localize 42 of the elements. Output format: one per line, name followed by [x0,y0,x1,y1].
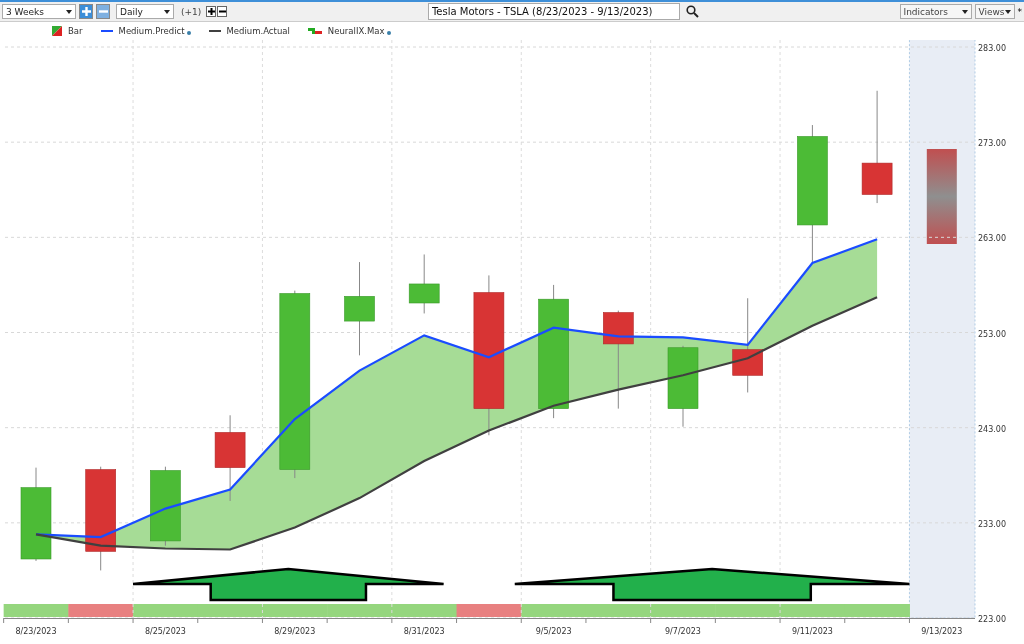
y-axis-label: 223.00 [978,615,1006,624]
y-axis-label: 273.00 [978,139,1006,149]
legend-label: Medium.Actual [226,26,290,36]
caret-icon [66,9,72,14]
modified-mark: * [1017,6,1022,17]
y-axis-label: 253.00 [978,329,1006,339]
x-axis-label: 8/25/2023 [144,627,186,636]
signal-swatch-icon [307,27,322,35]
caret-icon [961,9,968,14]
y-axis-label: 243.00 [978,424,1006,434]
indicators-dropdown[interactable]: Indicators [899,4,972,19]
x-axis-label: 9/11/2023 [791,627,833,636]
bar-swatch-icon [52,26,62,36]
period-dropdown[interactable]: 3 Weeks [2,4,76,19]
y-axis-label: 233.00 [978,519,1006,529]
x-axis-label: 8/31/2023 [403,627,445,636]
plus-icon [207,8,215,15]
legend-label: Bar [68,26,83,36]
plus-icon [81,7,91,16]
y-axis-label: 263.00 [978,234,1006,244]
minus-icon [218,8,226,15]
up-candle [408,253,440,314]
x-axis-label: 8/29/2023 [274,627,316,636]
y-axis-label: 283.00 [978,44,1006,53]
legend-label: Medium.Predict [118,26,185,36]
info-dot-icon[interactable] [186,31,191,35]
symbol-field[interactable]: Tesla Motors - TSLA (8/23/2023 - 9/13/2023) [427,3,680,20]
x-axis-label: 9/7/2023 [665,627,701,636]
views-dropdown[interactable]: Views [974,4,1015,19]
minus-icon [98,7,108,16]
legend-label: NeuralIX.Max [327,26,385,36]
search-icon[interactable] [685,5,699,18]
caret-icon [1004,9,1011,14]
info-dot-icon[interactable] [386,31,391,35]
add-button[interactable] [206,6,217,17]
offset-label: (+1) [181,6,202,17]
x-axis-label: 9/5/2023 [535,627,572,636]
caret-icon [164,9,170,14]
x-axis-label: 8/23/2023 [15,627,57,636]
interval-dropdown[interactable]: Daily [116,4,174,19]
x-axis-label: 9/13/2023 [921,627,963,636]
remove-button[interactable] [217,6,228,17]
